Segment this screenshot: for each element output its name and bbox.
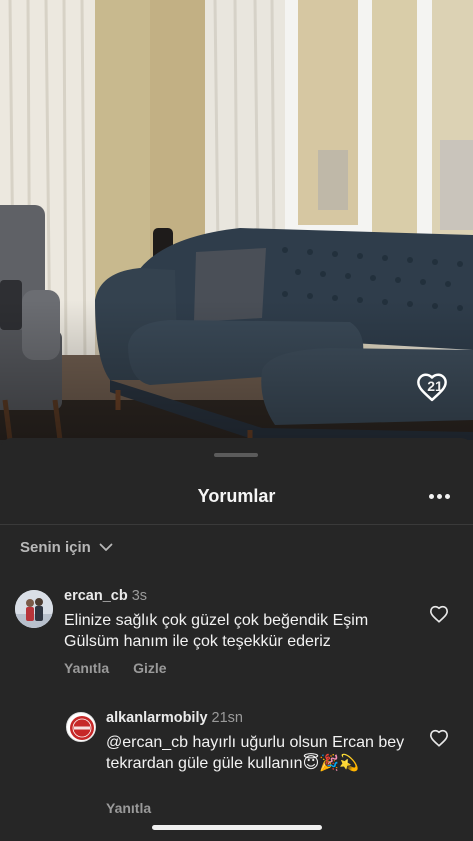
hide-button[interactable]: Gizle [133, 660, 166, 676]
video-frame-image [0, 0, 473, 440]
heart-outline-icon[interactable] [415, 372, 449, 402]
heart-outline-icon[interactable] [429, 605, 449, 623]
chevron-down-icon [99, 543, 113, 551]
video-player[interactable]: 21 [0, 0, 473, 440]
filter-label: Senin için [20, 539, 91, 556]
comment-item: ercan_cb 3s Elinize sağlık çok güzel çok … [0, 588, 473, 688]
comment-username[interactable]: ercan_cb [64, 588, 128, 604]
reply-actions: Yanıtla [106, 800, 151, 816]
user-photo [15, 590, 53, 628]
more-options-button[interactable] [429, 494, 451, 500]
comment-time: 3s [131, 588, 148, 604]
avatar[interactable] [15, 590, 53, 628]
more-dot [437, 494, 442, 499]
header-divider [0, 524, 473, 525]
reply-button[interactable]: Yanıtla [64, 660, 109, 676]
reply-item: alkanlarmobily 21sn @ercan_cb hayırlı uğu… [0, 710, 473, 822]
reply-text: @ercan_cb hayırlı uğurlu olsun Ercan bey… [106, 734, 405, 772]
reply-time: 21sn [211, 710, 243, 726]
comment-header: ercan_cb 3s [64, 588, 147, 604]
more-dot [445, 494, 450, 499]
more-horizontal-icon [429, 494, 434, 499]
avatar[interactable] [66, 712, 96, 742]
sheet-title: Yorumlar [197, 486, 276, 506]
reply-username[interactable]: alkanlarmobily [106, 710, 208, 726]
reply-button[interactable]: Yanıtla [106, 800, 151, 816]
brand-logo [70, 716, 94, 740]
video-like-control[interactable]: 21 [415, 372, 455, 402]
sheet-drag-handle[interactable] [214, 453, 258, 457]
comment-sort-filter[interactable]: Senin için [20, 539, 113, 556]
comments-sheet: Yorumlar Senin için ercan_cb 3s Elinize s… [0, 438, 473, 841]
comment-text: Elinize sağlık çok güzel çok beğendik Eş… [64, 612, 369, 650]
reply-header: alkanlarmobily 21sn [106, 710, 243, 726]
heart-outline-icon[interactable] [429, 729, 449, 747]
comment-actions: Yanıtla Gizle [64, 660, 167, 676]
home-indicator[interactable] [152, 825, 322, 830]
